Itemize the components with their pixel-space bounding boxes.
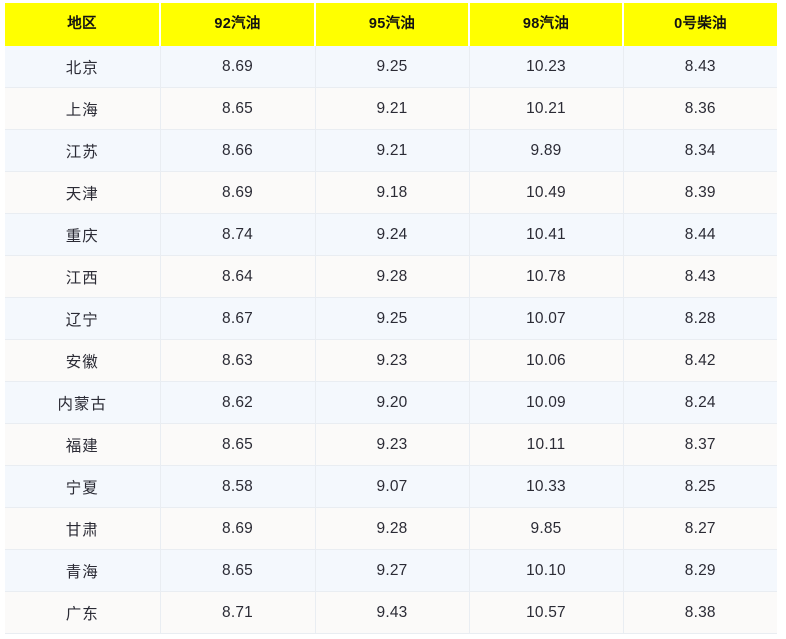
table-row: 江苏8.669.219.898.34	[5, 130, 777, 172]
price-cell-g95: 9.28	[315, 508, 469, 550]
table-row: 重庆8.749.2410.418.44	[5, 214, 777, 256]
price-cell-g92: 8.67	[160, 298, 315, 340]
price-cell-g98: 10.33	[469, 466, 623, 508]
price-table-container: 地区 92汽油 95汽油 98汽油 0号柴油 北京8.699.2510.238.…	[0, 0, 786, 639]
column-header-gasoline-95: 95汽油	[315, 3, 469, 46]
price-cell-d0: 8.42	[623, 340, 777, 382]
region-name-cell: 安徽	[5, 340, 160, 382]
table-row: 天津8.699.1810.498.39	[5, 172, 777, 214]
region-name-cell: 江苏	[5, 130, 160, 172]
price-cell-g98: 10.23	[469, 46, 623, 88]
price-cell-g95: 9.18	[315, 172, 469, 214]
region-name-cell: 重庆	[5, 214, 160, 256]
price-cell-g95: 9.28	[315, 256, 469, 298]
price-cell-g92: 8.65	[160, 550, 315, 592]
header-row: 地区 92汽油 95汽油 98汽油 0号柴油	[5, 3, 777, 46]
price-cell-d0: 8.44	[623, 214, 777, 256]
table-header: 地区 92汽油 95汽油 98汽油 0号柴油	[5, 3, 777, 46]
price-cell-d0: 8.29	[623, 550, 777, 592]
price-cell-g98: 10.78	[469, 256, 623, 298]
price-cell-g95: 9.43	[315, 592, 469, 634]
column-header-diesel-0: 0号柴油	[623, 3, 777, 46]
fuel-price-table: 地区 92汽油 95汽油 98汽油 0号柴油 北京8.699.2510.238.…	[5, 3, 777, 634]
region-name-cell: 甘肃	[5, 508, 160, 550]
price-cell-g92: 8.69	[160, 46, 315, 88]
price-cell-g98: 10.57	[469, 592, 623, 634]
price-cell-d0: 8.39	[623, 172, 777, 214]
region-name-cell: 内蒙古	[5, 382, 160, 424]
price-cell-g95: 9.20	[315, 382, 469, 424]
column-header-gasoline-98: 98汽油	[469, 3, 623, 46]
price-cell-d0: 8.43	[623, 46, 777, 88]
region-name-cell: 天津	[5, 172, 160, 214]
price-cell-g92: 8.65	[160, 88, 315, 130]
price-cell-g92: 8.74	[160, 214, 315, 256]
price-cell-d0: 8.28	[623, 298, 777, 340]
price-cell-d0: 8.25	[623, 466, 777, 508]
region-name-cell: 福建	[5, 424, 160, 466]
price-cell-d0: 8.36	[623, 88, 777, 130]
price-cell-g98: 9.89	[469, 130, 623, 172]
table-row: 北京8.699.2510.238.43	[5, 46, 777, 88]
region-name-cell: 上海	[5, 88, 160, 130]
price-cell-g95: 9.21	[315, 130, 469, 172]
price-cell-g92: 8.64	[160, 256, 315, 298]
price-cell-g92: 8.66	[160, 130, 315, 172]
price-cell-g92: 8.58	[160, 466, 315, 508]
price-cell-g92: 8.65	[160, 424, 315, 466]
region-name-cell: 江西	[5, 256, 160, 298]
price-cell-d0: 8.38	[623, 592, 777, 634]
region-name-cell: 宁夏	[5, 466, 160, 508]
region-name-cell: 广东	[5, 592, 160, 634]
price-cell-g98: 10.49	[469, 172, 623, 214]
price-cell-g95: 9.27	[315, 550, 469, 592]
region-name-cell: 辽宁	[5, 298, 160, 340]
price-cell-g98: 10.11	[469, 424, 623, 466]
price-cell-g95: 9.23	[315, 424, 469, 466]
table-row: 广东8.719.4310.578.38	[5, 592, 777, 634]
table-row: 甘肃8.699.289.858.27	[5, 508, 777, 550]
price-cell-g98: 10.06	[469, 340, 623, 382]
column-header-region: 地区	[5, 3, 160, 46]
price-cell-g92: 8.69	[160, 172, 315, 214]
table-row: 青海8.659.2710.108.29	[5, 550, 777, 592]
region-name-cell: 北京	[5, 46, 160, 88]
price-cell-g98: 9.85	[469, 508, 623, 550]
price-cell-d0: 8.27	[623, 508, 777, 550]
price-cell-g95: 9.23	[315, 340, 469, 382]
price-cell-d0: 8.37	[623, 424, 777, 466]
price-cell-d0: 8.24	[623, 382, 777, 424]
table-row: 辽宁8.679.2510.078.28	[5, 298, 777, 340]
price-cell-d0: 8.43	[623, 256, 777, 298]
table-row: 福建8.659.2310.118.37	[5, 424, 777, 466]
column-header-gasoline-92: 92汽油	[160, 3, 315, 46]
price-cell-g92: 8.63	[160, 340, 315, 382]
price-cell-g92: 8.62	[160, 382, 315, 424]
price-cell-g95: 9.25	[315, 298, 469, 340]
price-cell-g95: 9.25	[315, 46, 469, 88]
table-body: 北京8.699.2510.238.43上海8.659.2110.218.36江苏…	[5, 46, 777, 634]
price-cell-d0: 8.34	[623, 130, 777, 172]
price-cell-g98: 10.07	[469, 298, 623, 340]
price-cell-g92: 8.71	[160, 592, 315, 634]
price-cell-g95: 9.21	[315, 88, 469, 130]
price-cell-g98: 10.21	[469, 88, 623, 130]
price-cell-g92: 8.69	[160, 508, 315, 550]
price-cell-g98: 10.09	[469, 382, 623, 424]
region-name-cell: 青海	[5, 550, 160, 592]
price-cell-g95: 9.07	[315, 466, 469, 508]
table-row: 内蒙古8.629.2010.098.24	[5, 382, 777, 424]
price-cell-g95: 9.24	[315, 214, 469, 256]
table-row: 安徽8.639.2310.068.42	[5, 340, 777, 382]
table-row: 宁夏8.589.0710.338.25	[5, 466, 777, 508]
price-cell-g98: 10.41	[469, 214, 623, 256]
price-cell-g98: 10.10	[469, 550, 623, 592]
table-row: 江西8.649.2810.788.43	[5, 256, 777, 298]
table-row: 上海8.659.2110.218.36	[5, 88, 777, 130]
